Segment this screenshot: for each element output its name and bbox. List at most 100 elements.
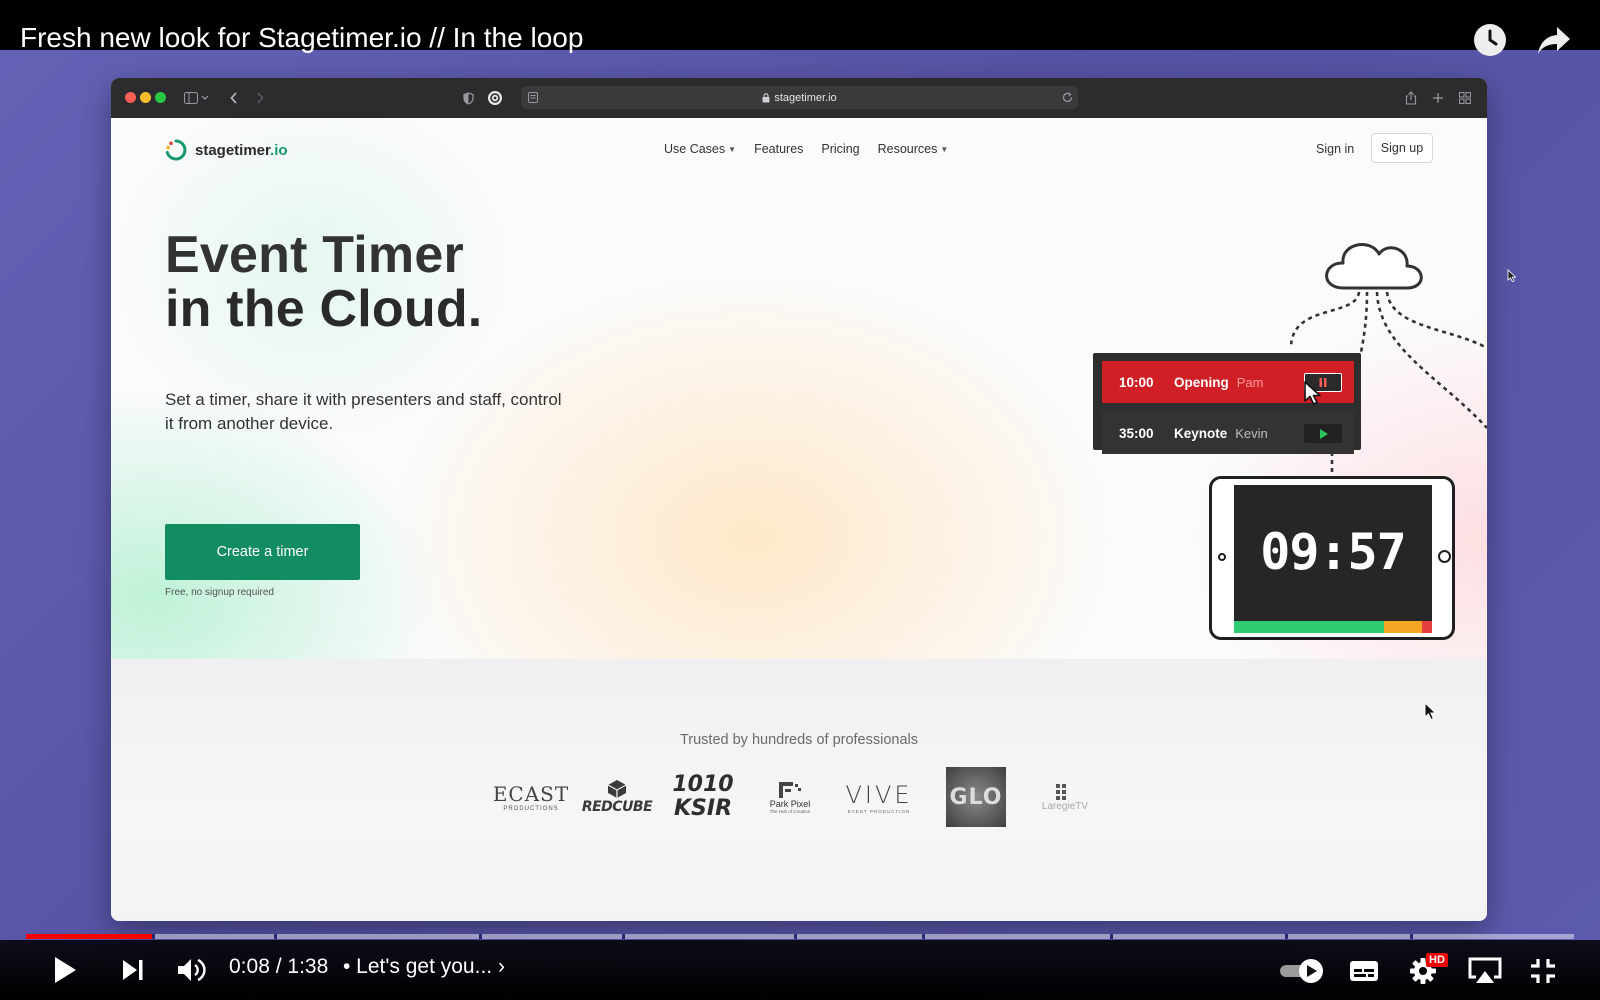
time-display: 0:08 / 1:38 xyxy=(229,955,329,978)
sidebar-icon xyxy=(182,88,212,108)
hero-headline: Event Timer in the Cloud. xyxy=(165,226,483,338)
chapter-marker xyxy=(794,934,797,939)
tablet-display: 09:57 xyxy=(1209,476,1455,640)
chapter-marker xyxy=(1110,934,1113,939)
progress-track[interactable] xyxy=(26,934,1574,939)
hero-headline-line1: Event Timer xyxy=(165,226,464,284)
timer-row-time: 10:00 xyxy=(1119,374,1154,390)
mouse-cursor-icon xyxy=(1304,381,1321,405)
play-icon xyxy=(1319,428,1328,439)
progress-played xyxy=(26,934,153,939)
subtitles-icon[interactable] xyxy=(1348,958,1380,984)
timer-list-panel: 10:00 Opening Pam 35:00 Keynote Kevin xyxy=(1093,353,1361,454)
tab-overview-icon xyxy=(1457,88,1473,108)
new-tab-icon xyxy=(1430,88,1446,108)
nav-resources[interactable]: Resources ▼ xyxy=(878,142,949,156)
nav-pricing[interactable]: Pricing xyxy=(821,142,859,156)
site-logo[interactable]: stagetimer.io xyxy=(165,139,288,161)
sign-in-link[interactable]: Sign in xyxy=(1316,142,1354,156)
close-window-dot xyxy=(125,92,136,103)
trusted-heading: Trusted by hundreds of professionals xyxy=(679,732,919,748)
timer-row-presenter: Kevin xyxy=(1235,425,1268,441)
play-icon[interactable] xyxy=(48,955,82,985)
mouse-pointer-icon xyxy=(1424,702,1437,721)
client-logos: ECAST PRODUCTIONS REDCUBE 1010 KSIR Park… xyxy=(111,767,1487,827)
timer-row-name: Keynote xyxy=(1174,425,1228,441)
site-logo-text: stagetimer.io xyxy=(195,141,288,159)
chapter-marker xyxy=(622,934,625,939)
logo-vive: VIVE EVENT PRODUCTION xyxy=(845,780,913,814)
play-button[interactable] xyxy=(1304,424,1342,443)
progress-red-segment xyxy=(1422,621,1432,633)
time-current: 0:08 xyxy=(229,955,270,978)
hero-subheadline: Set a timer, share it with presenters an… xyxy=(165,390,562,433)
stagetimer-logo-icon xyxy=(165,139,187,161)
webpage: stagetimer.io Use Cases ▼ Features Pricin… xyxy=(111,118,1487,921)
timer-row-keynote[interactable]: 35:00 Keynote Kevin xyxy=(1102,412,1354,454)
next-icon[interactable] xyxy=(118,957,148,983)
hero-headline-line2: in the Cloud. xyxy=(165,280,483,338)
minimize-window-dot xyxy=(140,92,151,103)
tablet-home-button xyxy=(1438,550,1451,563)
laregie-grid-icon xyxy=(1056,783,1066,800)
dropdown-caret-icon: ▼ xyxy=(940,144,949,154)
chapter-marker xyxy=(274,934,277,939)
extension-icon xyxy=(486,88,504,108)
nav-use-cases[interactable]: Use Cases ▼ xyxy=(664,142,736,156)
airplay-icon[interactable] xyxy=(1466,956,1504,986)
tablet-camera xyxy=(1218,553,1226,561)
settings-icon[interactable]: HD xyxy=(1408,953,1454,987)
logo-glo: GLO xyxy=(946,767,1006,827)
player-controls: 0:08 / 1:38 • Let's get you... › HD xyxy=(0,925,1600,1000)
chapter-marker xyxy=(152,934,155,939)
mouse-pointer-icon xyxy=(1507,269,1517,283)
watch-later-icon[interactable] xyxy=(1472,22,1508,58)
hd-badge: HD xyxy=(1426,953,1448,967)
chapter-title[interactable]: • Let's get you... › xyxy=(343,955,505,979)
logo-redcube: REDCUBE xyxy=(582,767,653,827)
nav-features[interactable]: Features xyxy=(754,142,803,156)
browser-window: stagetimer.io stagetimer.io Use Cases ▼ … xyxy=(111,78,1487,921)
sign-up-button[interactable]: Sign up xyxy=(1371,133,1433,163)
chapter-marker xyxy=(922,934,925,939)
exit-fullscreen-icon[interactable] xyxy=(1528,956,1558,986)
shield-icon xyxy=(461,88,475,108)
url-text: stagetimer.io xyxy=(774,91,837,104)
video-player[interactable]: stagetimer.io stagetimer.io Use Cases ▼ … xyxy=(0,0,1600,1000)
autoplay-toggle[interactable] xyxy=(1278,958,1326,984)
share-arrow-icon[interactable] xyxy=(1536,22,1572,58)
logo-ksir: 1010 KSIR xyxy=(672,772,734,821)
cube-icon xyxy=(607,780,627,798)
volume-icon[interactable] xyxy=(175,956,209,984)
chapter-marker xyxy=(479,934,482,939)
chapter-marker xyxy=(1410,934,1413,939)
timer-row-presenter: Pam xyxy=(1236,374,1264,390)
progress-orange-segment xyxy=(1384,621,1422,633)
address-bar: stagetimer.io xyxy=(521,86,1078,109)
logo-ecast: ECAST PRODUCTIONS xyxy=(492,782,570,812)
countdown-clock: 09:57 xyxy=(1260,523,1407,581)
dropdown-caret-icon: ▼ xyxy=(728,144,737,154)
cta-note: Free, no signup required xyxy=(165,587,274,598)
site-nav: Use Cases ▼ Features Pricing Resources ▼ xyxy=(664,142,948,156)
tablet-screen: 09:57 xyxy=(1234,485,1432,633)
logo-park-pixel: Park Pixel The Hub of Creation xyxy=(755,767,825,827)
share-icon xyxy=(1403,88,1419,108)
timer-row-time: 35:00 xyxy=(1119,425,1154,441)
time-total: 1:38 xyxy=(287,955,329,978)
reader-icon xyxy=(527,90,539,104)
lock-icon xyxy=(762,92,770,103)
maximize-window-dot xyxy=(155,92,166,103)
browser-toolbar: stagetimer.io xyxy=(111,78,1487,118)
forward-icon xyxy=(253,88,267,108)
progress-green-segment xyxy=(1234,621,1384,633)
chapter-marker xyxy=(1285,934,1288,939)
reload-icon xyxy=(1060,90,1074,104)
video-title[interactable]: Fresh new look for Stagetimer.io // In t… xyxy=(20,20,583,56)
timer-row-name: Opening xyxy=(1174,374,1229,390)
back-icon xyxy=(227,88,241,108)
hero-section: stagetimer.io Use Cases ▼ Features Pricin… xyxy=(111,118,1487,659)
trusted-section: Trusted by hundreds of professionals ECA… xyxy=(111,659,1487,921)
logo-laregietv: LaregieTV xyxy=(1027,767,1103,827)
create-timer-button[interactable]: Create a timer xyxy=(165,524,360,580)
